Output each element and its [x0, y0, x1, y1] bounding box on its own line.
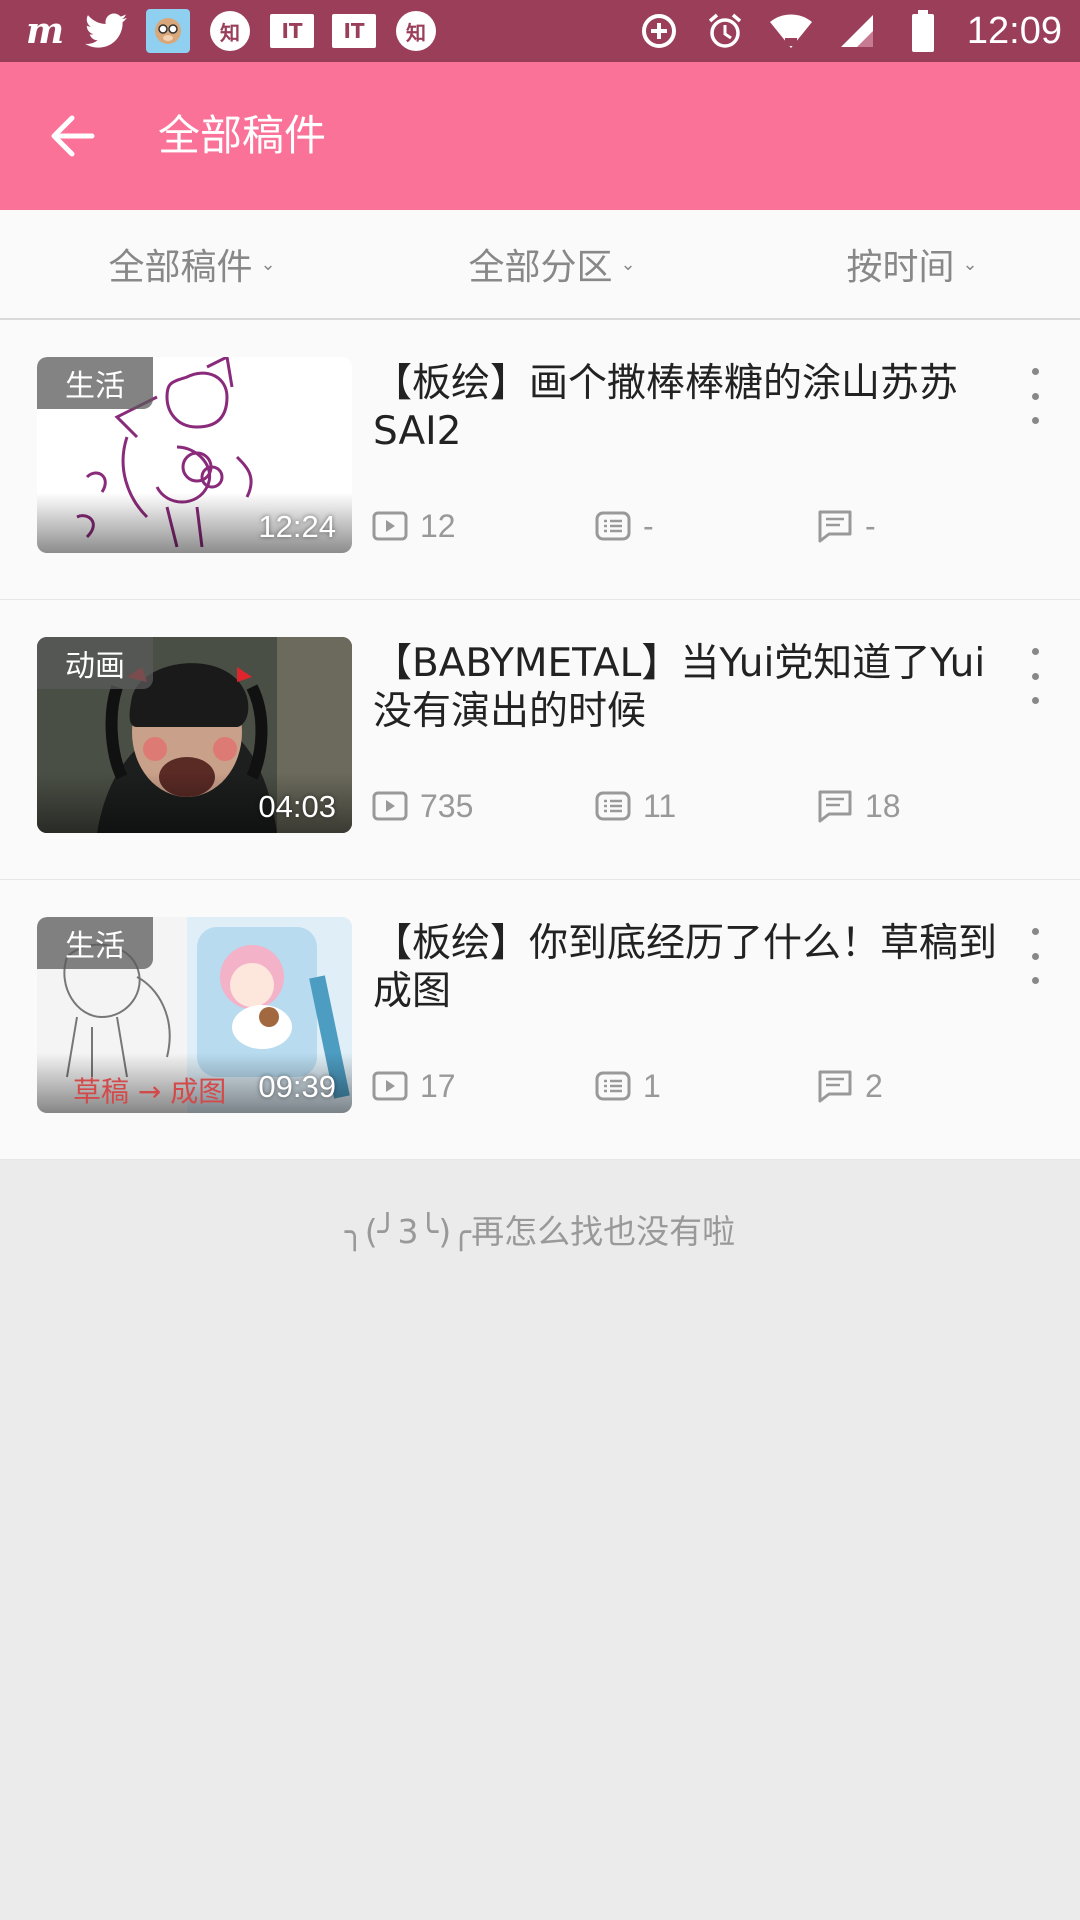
end-of-list-message: ╮(╯3╰)╭再怎么找也没有啦 [344, 1212, 736, 1251]
signal-icon [835, 9, 879, 53]
back-button[interactable] [34, 102, 110, 170]
video-duration: 09:39 [258, 1069, 336, 1104]
more-options-button[interactable] [1020, 928, 1050, 984]
comment-count: 18 [817, 784, 901, 828]
video-thumbnail[interactable]: 草稿 → 成图 生活 09:39 [37, 917, 352, 1113]
play-count: 17 [372, 1064, 456, 1108]
filter-bar: 全部稿件 ⌄ 全部分区 ⌄ 按时间 ⌄ [0, 210, 1080, 320]
comment-icon [817, 509, 855, 543]
comment-icon [817, 1069, 855, 1103]
danmaku-count: 1 [595, 1064, 661, 1108]
danmaku-icon [595, 509, 633, 543]
svg-text:m: m [26, 11, 64, 51]
danmaku-icon [595, 1069, 633, 1103]
video-item[interactable]: 草稿 → 成图 生活 09:39 【板绘】你到底经历了什么！草稿到成图 17 1… [0, 880, 1080, 1160]
notification-icons: m 知 IT IT 知 [22, 0, 438, 62]
chevron-down-icon: ⌄ [620, 253, 636, 275]
twitter-icon [84, 9, 128, 53]
filter-label: 全部分区 [468, 247, 613, 288]
comment-count: 2 [817, 1064, 883, 1108]
alarm-icon [703, 9, 747, 53]
status-bar: m 知 IT IT 知 12:09 [0, 0, 1080, 62]
ithome-icon: IT [332, 9, 376, 53]
danmaku-count: 11 [595, 784, 676, 828]
category-tag: 生活 [37, 917, 153, 969]
chevron-down-icon: ⌄ [260, 253, 276, 275]
danmaku-count: - [595, 504, 654, 548]
play-count: 735 [372, 784, 473, 828]
category-tag: 动画 [37, 637, 153, 689]
battery-icon [901, 9, 945, 53]
filter-all-zones[interactable]: 全部分区 ⌄ [372, 210, 732, 318]
data-saver-icon [637, 9, 681, 53]
comment-icon [817, 789, 855, 823]
video-thumbnail[interactable]: 动画 04:03 [37, 637, 352, 833]
play-count: 12 [372, 504, 456, 548]
video-title[interactable]: 【板绘】画个撒棒棒糖的涂山苏苏SAI2 [373, 360, 1013, 456]
video-item[interactable]: 动画 04:03 【BABYMETAL】当Yui党知道了Yui没有演出的时候 7… [0, 600, 1080, 880]
app-bar: 全部稿件 [0, 62, 1080, 210]
video-duration: 04:03 [258, 789, 336, 824]
video-list: 生活 12:24 【板绘】画个撒棒棒糖的涂山苏苏SAI2 12 - - 动画 0… [0, 320, 1080, 1160]
wifi-icon [769, 9, 813, 53]
filter-all-uploads[interactable]: 全部稿件 ⌄ [12, 210, 372, 318]
play-icon [372, 789, 410, 823]
thumbnail-caption: 草稿 → 成图 [73, 1075, 227, 1108]
zhihu-icon: 知 [208, 9, 252, 53]
comment-count: - [817, 504, 876, 548]
chevron-down-icon: ⌄ [962, 253, 978, 275]
filter-sort-by-time[interactable]: 按时间 ⌄ [732, 210, 1080, 318]
page-title: 全部稿件 [158, 111, 327, 160]
zhihu-icon: 知 [394, 9, 438, 53]
danmaku-icon [595, 789, 633, 823]
m-app-icon: m [22, 9, 66, 53]
video-thumbnail[interactable]: 生活 12:24 [37, 357, 352, 553]
video-title[interactable]: 【板绘】你到底经历了什么！草稿到成图 [373, 920, 1013, 1016]
play-icon [372, 1069, 410, 1103]
category-tag: 生活 [37, 357, 153, 409]
more-options-button[interactable] [1020, 648, 1050, 704]
filter-label: 按时间 [846, 247, 955, 288]
ithome-icon: IT [270, 9, 314, 53]
video-item[interactable]: 生活 12:24 【板绘】画个撒棒棒糖的涂山苏苏SAI2 12 - - [0, 320, 1080, 600]
filter-label: 全部稿件 [108, 247, 253, 288]
clock: 12:09 [966, 9, 1062, 52]
video-title[interactable]: 【BABYMETAL】当Yui党知道了Yui没有演出的时候 [373, 640, 1013, 736]
monkey-avatar-icon [146, 9, 190, 53]
more-options-button[interactable] [1020, 368, 1050, 424]
system-icons: 12:09 [637, 0, 1062, 62]
arrow-left-icon [51, 115, 95, 157]
play-icon [372, 509, 410, 543]
video-duration: 12:24 [258, 509, 336, 544]
